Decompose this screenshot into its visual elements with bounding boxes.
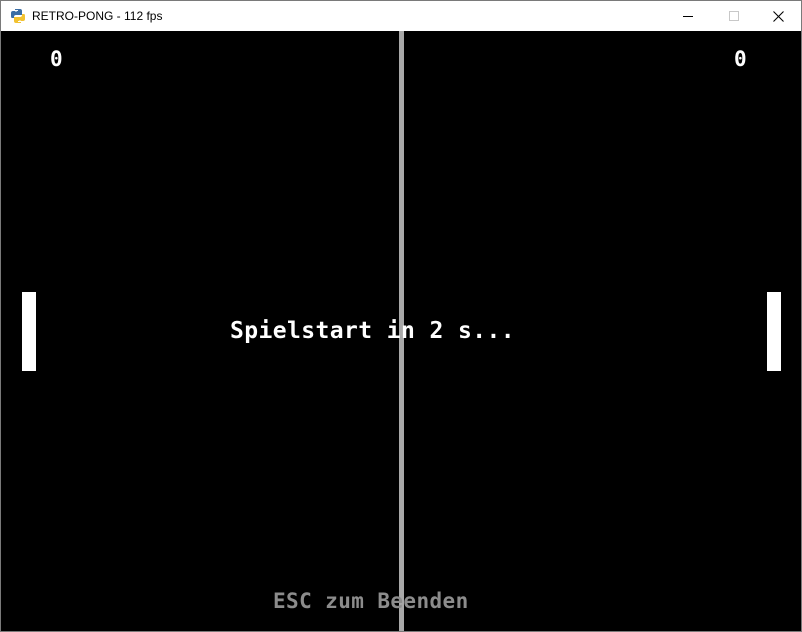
- countdown-message: Spielstart in 2 s...: [230, 318, 515, 344]
- paddle-left: [22, 292, 36, 371]
- maximize-button[interactable]: [711, 1, 757, 31]
- close-button[interactable]: [755, 1, 801, 31]
- score-right: 0: [734, 47, 747, 71]
- exit-hint: ESC zum Beenden: [273, 589, 469, 613]
- paddle-right: [767, 292, 781, 371]
- maximize-icon: [729, 11, 739, 21]
- game-window: RETRO-PONG - 112 fps 0 0 Spielstart in 2…: [0, 0, 802, 632]
- python-snake-icon: [10, 8, 26, 24]
- close-icon: [773, 11, 784, 22]
- score-left: 0: [50, 47, 63, 71]
- minimize-icon: [683, 16, 693, 17]
- window-title: RETRO-PONG - 112 fps: [32, 9, 163, 23]
- title-bar[interactable]: RETRO-PONG - 112 fps: [1, 1, 801, 31]
- game-canvas[interactable]: 0 0 Spielstart in 2 s... ESC zum Beenden: [1, 31, 801, 631]
- minimize-button[interactable]: [665, 1, 711, 31]
